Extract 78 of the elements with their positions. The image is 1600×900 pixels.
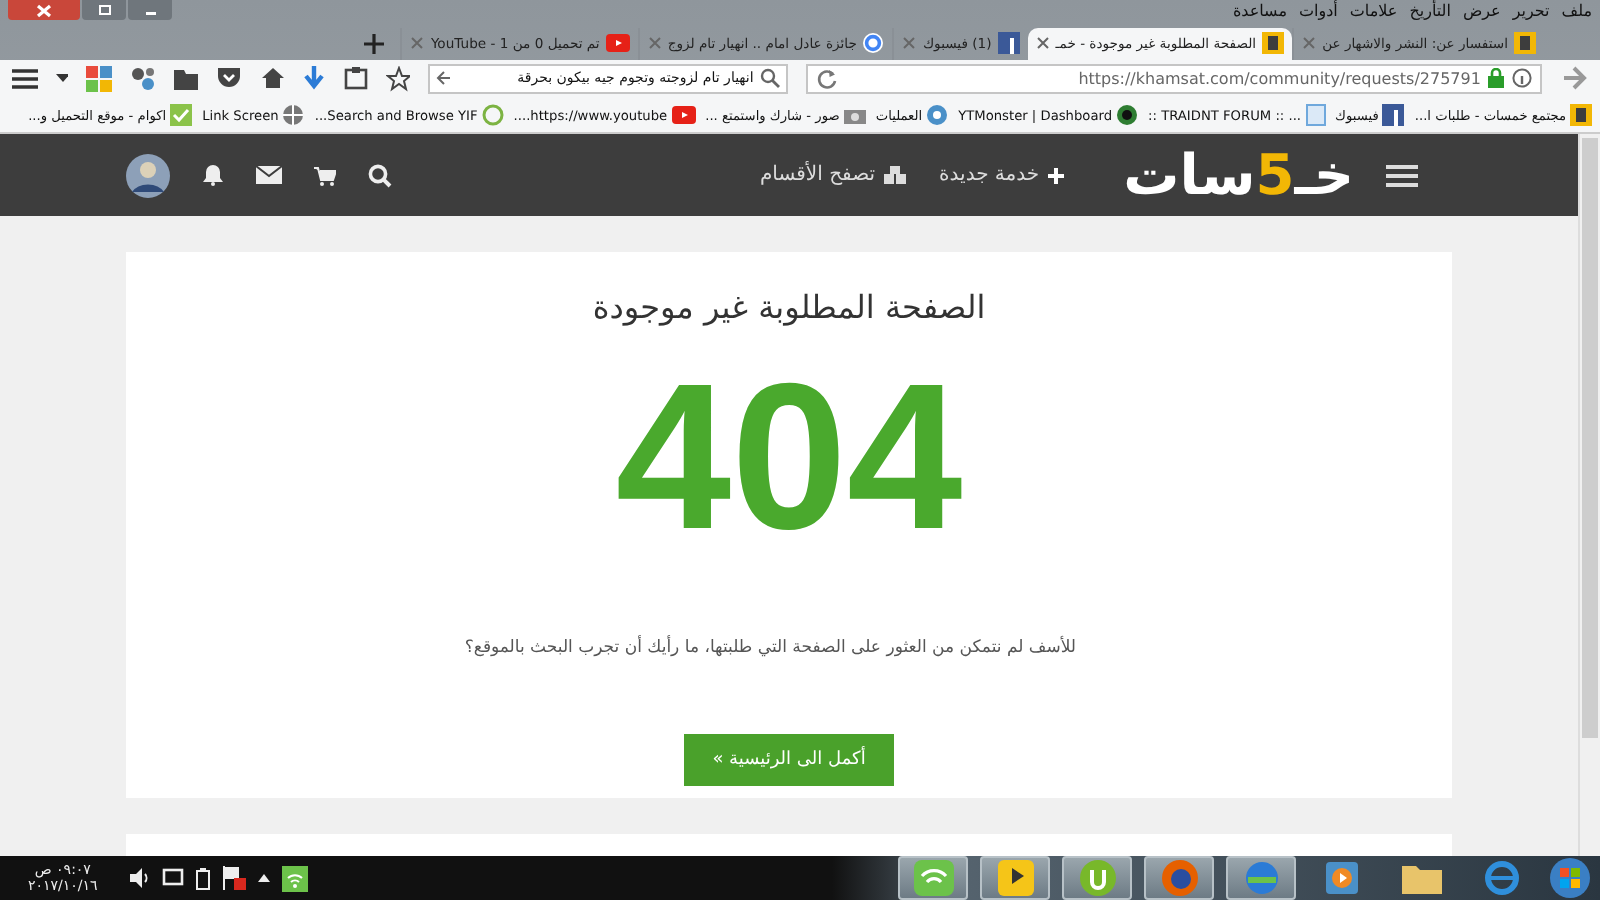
grid-icon[interactable] — [86, 65, 113, 92]
taskbar-app[interactable] — [1062, 856, 1132, 900]
facebook-icon — [1382, 104, 1405, 127]
menu-item[interactable]: مساعدة — [1232, 2, 1287, 21]
clipboard-icon[interactable] — [344, 66, 368, 91]
new-tab-icon[interactable] — [364, 33, 385, 54]
arrow-icon[interactable] — [436, 70, 453, 87]
firefox-icon — [1161, 860, 1197, 897]
new-service-link[interactable]: خدمة جديدة — [939, 164, 1064, 187]
info-icon — [1512, 68, 1533, 89]
network-icon[interactable] — [161, 868, 184, 889]
cubes-icon — [883, 165, 908, 186]
minimize-button[interactable] — [128, 0, 172, 20]
cart-icon[interactable] — [314, 165, 336, 186]
address-field[interactable]: https://khamsat.com/community/requests/275791 — [805, 63, 1543, 94]
pocket-icon[interactable] — [216, 66, 242, 91]
taskbar-app[interactable] — [980, 856, 1050, 900]
taskbar-app[interactable] — [1144, 856, 1214, 900]
khamsat-favicon-icon — [1570, 104, 1592, 127]
speaker-icon[interactable] — [129, 868, 150, 889]
star-icon[interactable] — [385, 65, 411, 92]
globe-icon — [1241, 860, 1281, 897]
facebook-icon — [997, 32, 1020, 55]
restore-icon — [97, 4, 111, 16]
caret-icon[interactable] — [55, 73, 69, 84]
reload-icon[interactable] — [815, 67, 838, 90]
avatar[interactable] — [126, 153, 170, 198]
folder-icon[interactable] — [173, 67, 199, 90]
menu-item[interactable]: عرض — [1462, 2, 1501, 21]
menu-item[interactable]: التأريخ — [1409, 2, 1451, 21]
restore-button[interactable] — [82, 0, 126, 20]
error-code: 404 — [615, 354, 963, 563]
camera-icon — [843, 104, 866, 127]
error-message: للأسف لم نتمكن من العثور على الصفحة التي طلبتها، ما رأيك أن تجرب البحث بالموقع؟ — [464, 638, 1078, 659]
play-icon — [1326, 862, 1358, 895]
close-button[interactable] — [8, 0, 80, 20]
leaf-icon — [481, 104, 504, 127]
google-icon — [862, 32, 885, 55]
bell-icon[interactable] — [202, 164, 224, 187]
url-text: https://khamsat.com/community/requests/275791 — [1078, 69, 1481, 88]
torrent-icon — [1079, 860, 1115, 897]
browser-e-icon — [1484, 860, 1520, 897]
wifi-icon — [913, 860, 953, 897]
error-title: الصفحة المطلوبة غير موجودة — [592, 288, 986, 327]
folder-icon — [1402, 862, 1442, 895]
gear-icon — [926, 104, 949, 127]
close-icon[interactable] — [1035, 36, 1050, 51]
download-icon[interactable] — [302, 65, 327, 92]
menu-item[interactable]: تحرير — [1512, 2, 1550, 21]
back-icon[interactable] — [1560, 64, 1588, 93]
close-icon — [36, 3, 52, 17]
taskbar-app[interactable] — [898, 856, 968, 900]
caret-icon[interactable] — [257, 874, 270, 883]
globe-icon — [282, 104, 305, 127]
youtube-icon — [671, 106, 696, 125]
youtube-icon — [605, 34, 630, 53]
mail-icon[interactable] — [256, 166, 282, 185]
start-icon[interactable] — [1548, 856, 1592, 900]
search-icon — [759, 68, 780, 89]
menu-icon[interactable] — [12, 67, 38, 90]
play-icon — [997, 860, 1033, 897]
lock-icon — [1488, 68, 1505, 89]
home-icon[interactable] — [259, 66, 285, 91]
khamsat-favicon-icon — [1514, 32, 1536, 55]
plus-icon — [1047, 167, 1064, 184]
scrollbar[interactable] — [1578, 134, 1600, 857]
check-icon — [170, 104, 193, 127]
page-icon — [1305, 104, 1326, 127]
khamsat-favicon-icon — [1262, 32, 1285, 55]
menu-item[interactable]: أدوات — [1298, 2, 1338, 21]
wifi-icon[interactable] — [281, 865, 308, 892]
circle-icon — [1116, 104, 1139, 127]
search-icon[interactable] — [368, 163, 392, 188]
menu-item[interactable]: علامات — [1349, 2, 1398, 21]
battery-icon[interactable] — [195, 867, 210, 890]
flag-icon[interactable] — [221, 866, 246, 891]
browse-categories-link[interactable]: تصفح الأقسام — [759, 164, 908, 187]
menu-item[interactable]: ملف — [1561, 2, 1592, 21]
